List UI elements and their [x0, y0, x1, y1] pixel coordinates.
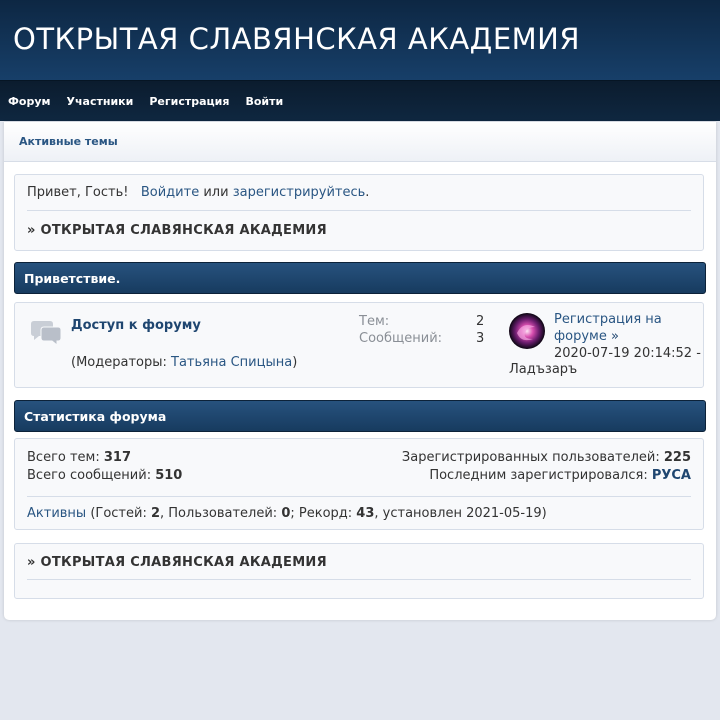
stats-left: Всего тем: 317 Всего сообщений: 510	[27, 449, 182, 485]
divider	[27, 496, 691, 497]
stats-header: Статистика форума	[14, 400, 706, 432]
last-registered-label: Последним зарегистрировался:	[429, 468, 652, 483]
moderators-line: (Модераторы: Татьяна Спицына)	[71, 355, 297, 370]
nav-register[interactable]: Регистрация	[149, 95, 229, 108]
stats-box: Всего тем: 317 Всего сообщений: 510 Заре…	[14, 438, 704, 530]
period-text: .	[365, 185, 370, 200]
site-header: ОТКРЫТАЯ СЛАВЯНСКАЯ АКАДЕМИЯ	[0, 0, 720, 81]
posts-count: 3	[476, 331, 485, 346]
registered-users-label: Зарегистрированных пользователей:	[401, 450, 664, 465]
site-title[interactable]: ОТКРЫТАЯ СЛАВЯНСКАЯ АКАДЕМИЯ	[13, 22, 580, 56]
moderators-prefix: (Модераторы:	[71, 355, 172, 370]
stats-title: Статистика форума	[24, 408, 167, 424]
forum-title-heading[interactable]: » ОТКРЫТАЯ СЛАВЯНСКАЯ АКАДЕМИЯ	[27, 223, 327, 238]
page-container: Активные темы Привет, Гость! Войдите или…	[4, 122, 716, 620]
nav-login[interactable]: Войти	[245, 95, 283, 108]
category-title[interactable]: Приветствие.	[24, 271, 120, 286]
record-label: ; Рекорд:	[290, 506, 357, 521]
nav-members[interactable]: Участники	[67, 95, 134, 108]
record-date: , установлен 2021-05-19)	[374, 506, 547, 521]
users-label: , Пользователей:	[160, 506, 282, 521]
last-post-link-line1[interactable]: Регистрация на	[554, 312, 662, 327]
last-post-block: Регистрация на форуме » 2020-07-19 20:14…	[554, 311, 701, 362]
stats-right: Зарегистрированных пользователей: 225 По…	[402, 449, 691, 485]
total-topics-label: Всего тем:	[27, 450, 104, 465]
footer-title-box: » ОТКРЫТАЯ СЛАВЯНСКАЯ АКАДЕМИЯ	[14, 543, 704, 599]
moderators-suffix: )	[292, 355, 298, 370]
or-text: или	[199, 185, 233, 200]
breadcrumb-bar: Активные темы	[4, 122, 716, 162]
last-post-date: 2020-07-19 20:14:52 -	[554, 346, 701, 361]
active-topics-link[interactable]: Активные темы	[19, 135, 118, 148]
moderator-link[interactable]: Татьяна Спицына	[171, 355, 292, 370]
guests-value: 2	[150, 506, 161, 521]
footer-forum-title[interactable]: » ОТКРЫТАЯ СЛАВЯНСКАЯ АКАДЕМИЯ	[27, 555, 327, 570]
welcome-box: Привет, Гость! Войдите или зарегистрируй…	[14, 174, 704, 251]
login-link[interactable]: Войдите	[141, 185, 199, 200]
go-to-last-post-icon[interactable]: »	[611, 329, 619, 344]
guests-label: (Гостей:	[86, 506, 151, 521]
forum-chat-icon	[29, 320, 63, 352]
main-navigation: Форум Участники Регистрация Войти	[0, 81, 720, 121]
category-header[interactable]: Приветствие.	[14, 262, 706, 294]
nav-forum[interactable]: Форум	[8, 95, 51, 108]
last-post-link-line2[interactable]: форуме	[554, 329, 607, 344]
total-posts-label: Всего сообщений:	[27, 468, 156, 483]
forum-row: Доступ к форуму (Модераторы: Татьяна Спи…	[14, 302, 704, 388]
forum-name-link[interactable]: Доступ к форуму	[71, 318, 201, 333]
record-value: 43	[356, 506, 375, 521]
last-registered-user-link[interactable]: РУСА	[652, 468, 691, 483]
posts-label: Сообщений:	[359, 331, 443, 346]
divider	[27, 210, 691, 211]
topics-label: Тем:	[359, 314, 390, 329]
topics-count: 2	[476, 314, 485, 329]
welcome-text: Привет, Гость! Войдите или зарегистрируй…	[27, 185, 369, 200]
greeting-text: Привет, Гость!	[27, 185, 129, 200]
total-posts-value: 510	[155, 468, 183, 483]
last-post-author[interactable]: Ладъзаръ	[509, 362, 577, 377]
author-avatar[interactable]	[509, 313, 545, 349]
divider	[27, 579, 691, 580]
online-line: Активны (Гостей: 2, Пользователей: 0; Ре…	[27, 506, 547, 521]
active-users-link[interactable]: Активны	[27, 506, 86, 521]
register-link[interactable]: зарегистрируйтесь	[233, 185, 366, 200]
registered-users-value: 225	[663, 450, 691, 465]
total-topics-value: 317	[103, 450, 132, 465]
